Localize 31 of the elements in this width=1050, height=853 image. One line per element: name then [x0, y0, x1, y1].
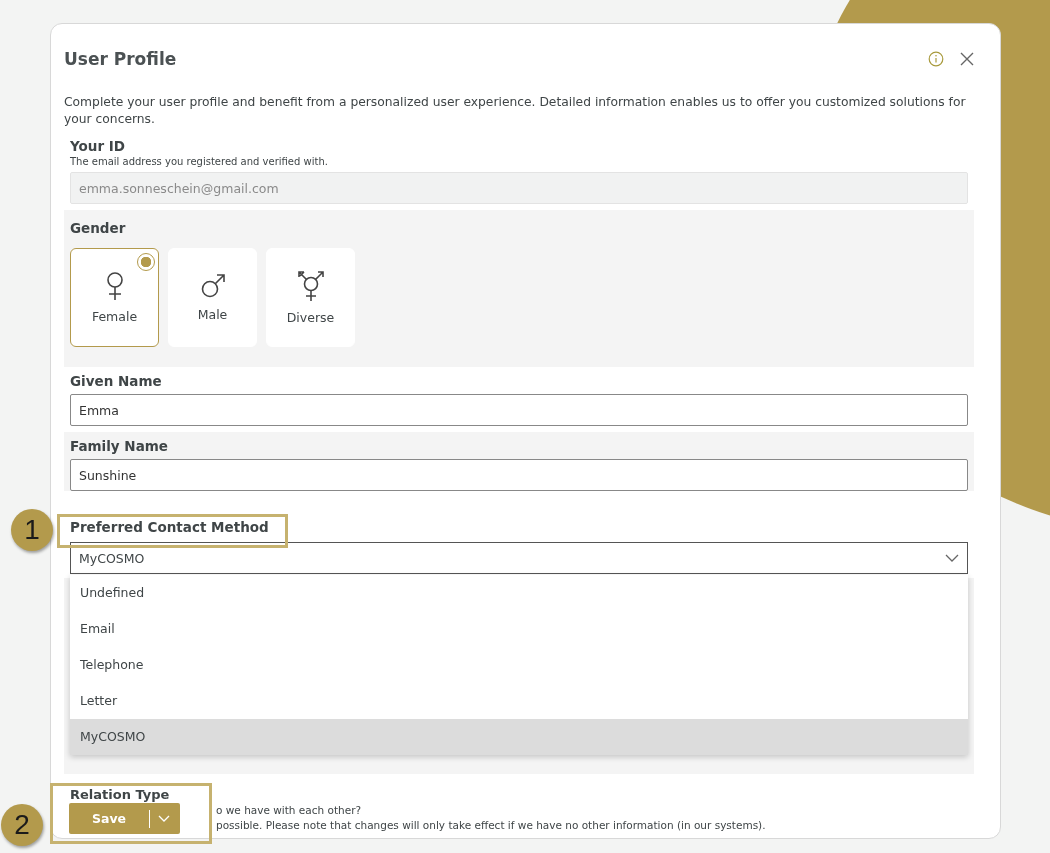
field-hint: o we have with each other?: [216, 803, 362, 818]
dropdown-option[interactable]: Email: [70, 611, 968, 647]
gender-option[interactable]: Diverse: [266, 248, 355, 347]
info-icon[interactable]: [928, 51, 944, 67]
dropdown-option[interactable]: Letter: [70, 683, 968, 719]
field-hint: possible. Please note that changes will only take effect if we have no other information (in our systems).: [216, 818, 766, 833]
family-name-field[interactable]: Sunshine: [70, 459, 968, 491]
field-label: Preferred Contact Method: [70, 519, 269, 535]
gender-option[interactable]: Male: [168, 248, 257, 347]
gender-option[interactable]: Female: [70, 248, 159, 347]
chevron-down-icon: [158, 815, 170, 822]
radio-icon: [137, 253, 155, 271]
field-label: Given Name: [70, 372, 163, 389]
dropdown-option[interactable]: MyCOSMO: [70, 719, 968, 755]
given-name-field[interactable]: Emma: [70, 394, 968, 426]
field-label: Relation Type: [70, 788, 170, 802]
close-icon[interactable]: [960, 52, 974, 66]
contact-method-dropdown[interactable]: MyCOSMO: [70, 542, 968, 574]
chevron-down-icon: [945, 554, 959, 562]
field-hint: The email address you registered and verified with.: [70, 156, 329, 167]
field-label: Your ID: [70, 137, 126, 154]
field-label: Gender: [70, 219, 127, 236]
dropdown-option[interactable]: Undefined: [70, 575, 968, 611]
field-label: Family Name: [70, 437, 169, 454]
male-symbol-icon: [199, 273, 226, 299]
transgender-symbol-icon: [295, 270, 326, 302]
dropdown-option[interactable]: Telephone: [70, 647, 968, 683]
step-badge: 2: [1, 804, 43, 846]
intro-text: Complete your user profile and benefit from a personalized user experience. Detailed information enables us to offer you customized solutions for your concerns.: [64, 94, 967, 128]
step-badge: 1: [11, 509, 53, 551]
window-title: User Profile: [64, 49, 177, 69]
